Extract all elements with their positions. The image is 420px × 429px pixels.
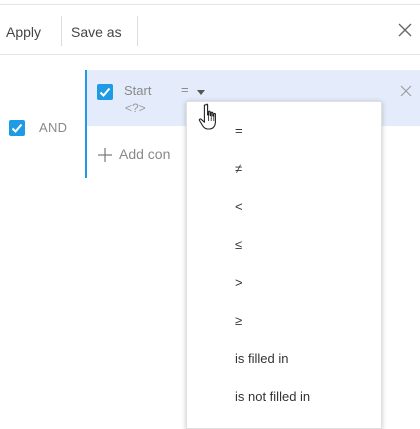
group-checkbox[interactable] [9, 120, 25, 136]
menu-item-greater-or-equal[interactable]: ≥ [187, 302, 381, 340]
toolbar-separator [61, 16, 62, 46]
checkmark-icon [11, 123, 23, 133]
condition-checkbox[interactable] [97, 84, 113, 100]
save-as-button[interactable]: Save as [71, 12, 122, 52]
menu-item-is-not-filled-in[interactable]: is not filled in [187, 378, 381, 416]
close-icon[interactable] [400, 85, 412, 97]
add-condition-label: Add con [119, 146, 171, 162]
apply-button[interactable]: Apply [6, 12, 41, 52]
operator-dropdown-menu: = ≠ < ≤ > ≥ is filled in is not filled i… [186, 101, 382, 429]
close-icon[interactable] [396, 21, 414, 39]
menu-item-less-than[interactable]: < [187, 188, 381, 226]
checkmark-icon [99, 87, 111, 97]
condition-operator[interactable]: = [181, 82, 189, 97]
toolbar-separator [137, 16, 138, 46]
group-operator-label[interactable]: AND [39, 120, 67, 135]
filter-toolbar: Apply Save as [0, 12, 420, 52]
plus-icon [98, 148, 112, 162]
condition-column-name[interactable]: Start [124, 83, 151, 98]
toolbar-divider [0, 54, 420, 55]
menu-item-greater-than[interactable]: > [187, 264, 381, 302]
top-divider [0, 4, 420, 5]
chevron-down-icon[interactable] [197, 90, 205, 95]
menu-item-less-or-equal[interactable]: ≤ [187, 226, 381, 264]
condition-value[interactable]: <?> [125, 101, 146, 115]
menu-item-is-filled-in[interactable]: is filled in [187, 340, 381, 378]
menu-item-not-equals[interactable]: ≠ [187, 150, 381, 188]
hand-pointer-cursor-icon [198, 103, 216, 130]
